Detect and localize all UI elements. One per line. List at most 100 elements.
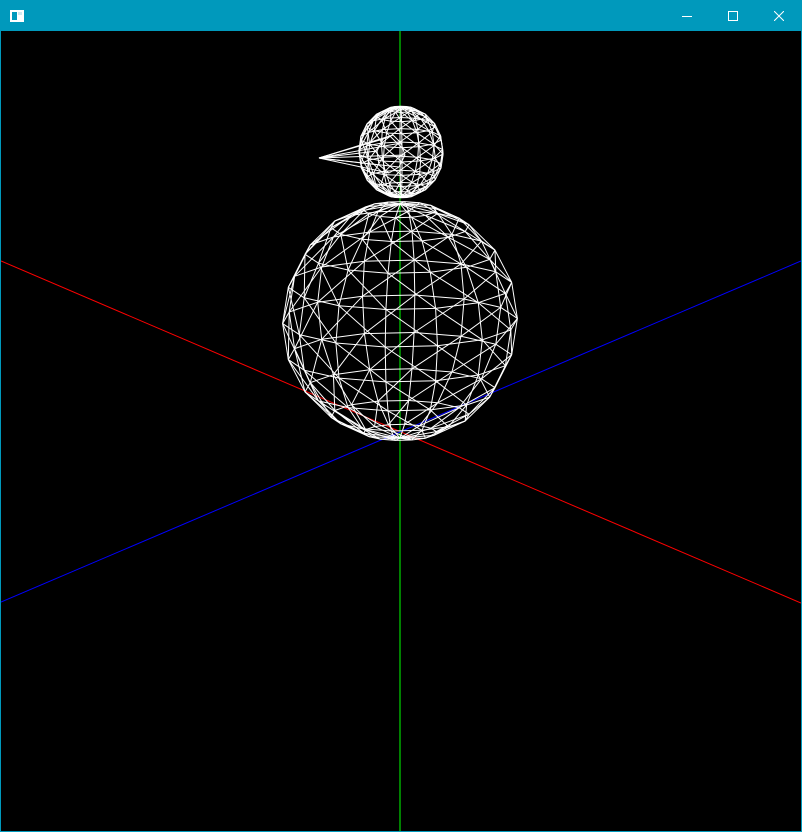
body-sphere-longitude-edge [466, 267, 479, 303]
body-sphere-latitude-edge [419, 425, 432, 429]
body-sphere-diagonal-edge [364, 294, 416, 334]
body-sphere-latitude-edge [351, 400, 379, 406]
body-sphere-latitude-edge [435, 374, 479, 382]
minimize-button[interactable] [664, 1, 710, 31]
body-sphere-longitude-edge [408, 368, 413, 401]
minimize-icon [682, 16, 692, 17]
body-sphere-diagonal-edge [414, 263, 462, 296]
body-sphere-longitude-edge [298, 297, 305, 335]
body-sphere-longitude-edge [390, 217, 396, 242]
body-sphere-longitude-edge [338, 269, 349, 306]
body-sphere-longitude-edge [435, 345, 438, 381]
body-sphere-diagonal-edge [477, 302, 512, 331]
body-sphere-latitude-edge [338, 377, 386, 383]
scene-canvas[interactable] [1, 31, 801, 831]
body-sphere-latitude-edge [387, 409, 431, 412]
body-sphere-diagonal-edge [384, 346, 436, 382]
body-sphere-longitude-edge [309, 382, 336, 411]
body-sphere-latitude-edge [408, 400, 438, 404]
body-sphere-diagonal-edge [332, 374, 336, 411]
body-sphere-latitude-edge [404, 201, 420, 204]
body-sphere-latitude-edge [369, 368, 413, 371]
body-sphere-latitude-edge [385, 307, 436, 310]
body-sphere-diagonal-edge [451, 343, 497, 373]
body-sphere-longitude-edge [413, 260, 416, 296]
head-sphere-diagonal-edge [383, 146, 403, 163]
head-sphere-longitude-edge [382, 146, 385, 162]
body-sphere-diagonal-edge [404, 402, 438, 425]
body-sphere-latitude-edge [338, 305, 386, 310]
body-sphere-longitude-edge [411, 332, 415, 369]
head-sphere-longitude-edge [380, 143, 383, 158]
body-sphere-diagonal-edge [390, 241, 431, 273]
body-sphere-diagonal-edge [288, 266, 323, 313]
body-sphere-latitude-edge [481, 378, 496, 389]
head-sphere-longitude-edge [386, 120, 392, 134]
body-sphere-diagonal-edge [385, 309, 438, 347]
head-sphere-latitude-edge [399, 141, 419, 144]
body-sphere-diagonal-edge [510, 329, 513, 355]
body-sphere-diagonal-edge [347, 269, 387, 310]
head-sphere-diagonal-edge [399, 128, 419, 143]
head-sphere-longitude-edge [417, 129, 420, 143]
body-sphere-longitude-edge [317, 302, 323, 340]
maximize-button[interactable] [710, 1, 756, 31]
body-sphere-longitude-edge [477, 339, 483, 376]
body-sphere-diagonal-edge [351, 369, 371, 405]
body-sphere-diagonal-edge [377, 368, 413, 402]
body-sphere-latitude-edge [362, 294, 415, 297]
head-sphere-latitude-edge [400, 169, 416, 172]
body-sphere-latitude-edge [414, 259, 462, 265]
body-sphere-latitude-edge [391, 429, 423, 432]
body-sphere-diagonal-edge [338, 305, 386, 348]
body-sphere-latitude-edge [380, 215, 396, 219]
body-sphere-latitude-edge [364, 332, 415, 335]
body-sphere-diagonal-edge [282, 276, 296, 324]
head-sphere-latitude-edge [400, 117, 416, 119]
body-sphere-longitude-edge [363, 333, 371, 370]
body-sphere-longitude-edge [436, 413, 470, 433]
body-sphere-longitude-edge [435, 308, 438, 346]
body-sphere-diagonal-edge [468, 396, 491, 415]
body-sphere-diagonal-edge [361, 238, 389, 274]
body-sphere-latitude-edge [377, 210, 409, 213]
body-sphere-longitude-edge [362, 261, 365, 297]
title-bar[interactable] [1, 1, 801, 31]
body-sphere-diagonal-edge [369, 332, 415, 371]
maximize-icon [728, 11, 738, 21]
body-sphere-latitude-edge [377, 400, 409, 402]
body-sphere-latitude-edge [478, 292, 506, 304]
head-sphere-latitude-edge [383, 160, 403, 163]
body-sphere-latitude-edge [369, 230, 413, 233]
body-sphere-latitude-edge [287, 348, 296, 360]
body-sphere-diagonal-edge [387, 272, 436, 309]
body-sphere-longitude-edge [408, 210, 413, 232]
head-sphere-latitude-edge [411, 182, 421, 185]
body-sphere-latitude-edge [489, 249, 496, 260]
body-sphere-diagonal-edge [460, 240, 482, 265]
body-sphere-diagonal-edge [379, 216, 392, 242]
render-viewport[interactable] [1, 31, 801, 831]
body-sphere-longitude-edge [321, 339, 334, 375]
body-sphere-longitude-edge [385, 381, 389, 411]
head-sphere-latitude-edge [401, 146, 420, 149]
app-window [0, 0, 802, 832]
body-sphere-latitude-edge [387, 271, 431, 274]
body-sphere-latitude-edge [364, 259, 415, 262]
head-sphere-latitude-edge [400, 109, 412, 111]
body-sphere-longitude-edge [411, 231, 415, 261]
body-sphere-diagonal-edge [333, 333, 365, 376]
head-sphere-latitude-edge [390, 110, 396, 113]
body-sphere-diagonal-edge [436, 420, 466, 433]
body-sphere-latitude-edge [335, 342, 386, 348]
head-sphere-latitude-edge [386, 185, 402, 187]
close-button[interactable] [756, 1, 802, 31]
body-sphere-latitude-edge [321, 333, 365, 340]
body-sphere-longitude-edge [411, 217, 423, 242]
body-sphere-longitude-edge [363, 232, 371, 262]
body-sphere-longitude-edge [377, 400, 389, 425]
body-sphere-diagonal-edge [413, 298, 465, 333]
body-sphere-diagonal-edge [294, 236, 334, 277]
body-sphere-longitude-edge [309, 220, 336, 246]
body-sphere-diagonal-edge [333, 211, 379, 238]
